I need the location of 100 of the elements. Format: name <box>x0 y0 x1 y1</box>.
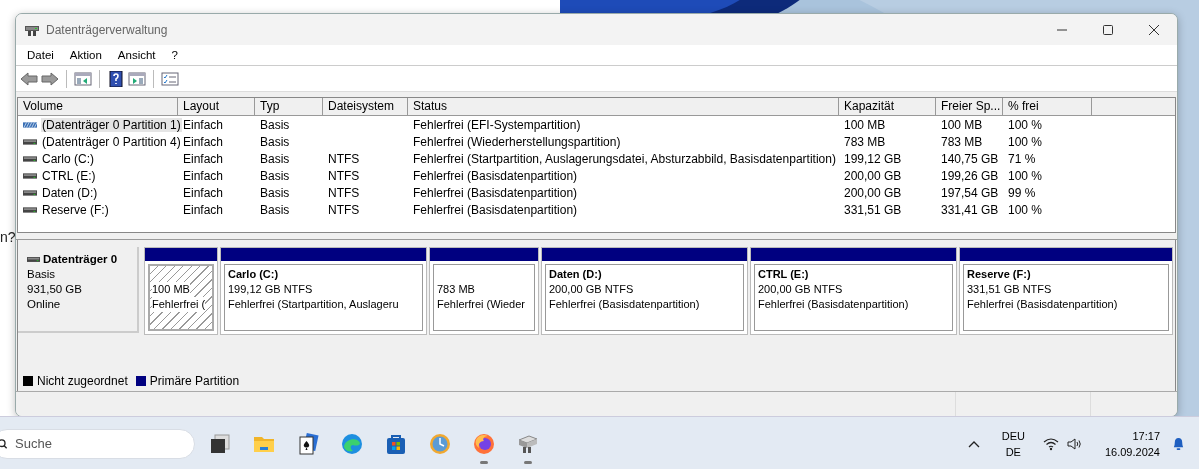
menu-item[interactable]: ? <box>163 49 186 61</box>
playing-cards-icon[interactable] <box>296 431 320 456</box>
chevron-up-icon[interactable] <box>967 439 980 448</box>
partition-box[interactable]: Daten (D:) 200,00 GB NTFS Fehlerfrei (Basisdatenpartition) <box>545 264 744 331</box>
table-cell: Basis <box>260 202 290 217</box>
partition-status: Fehlerfrei (Startpartition, Auslageru <box>228 297 400 312</box>
table-cell: Basis <box>260 117 290 132</box>
notification-bell-icon[interactable] <box>1172 436 1185 451</box>
checklist-icon[interactable] <box>161 70 179 87</box>
column-header[interactable]: Freier Sp... <box>936 98 1003 115</box>
partition-box[interactable]: 783 MB Fehlerfrei (Wieder <box>433 264 535 331</box>
drive-icon <box>23 205 37 214</box>
table-cell: Einfach <box>183 134 224 149</box>
wave-circle-icon[interactable] <box>340 431 364 456</box>
table-cell: 100 MB <box>941 117 983 132</box>
table-cell: 199,26 GB <box>941 168 999 183</box>
table-cell: Fehlerfrei (Basisdatenpartition) <box>413 202 578 217</box>
menu-item[interactable]: Datei <box>19 49 62 61</box>
drive-icon <box>23 188 37 197</box>
table-cell: Basis <box>260 185 290 200</box>
volume-name[interactable]: (Datenträger 0 Partition 4) <box>41 134 182 149</box>
volume-name[interactable]: CTRL (E:) <box>41 168 97 183</box>
volume-name[interactable]: (Datenträger 0 Partition 1) <box>41 117 182 132</box>
wifi-icon[interactable] <box>1042 436 1059 451</box>
column-header[interactable]: Status <box>408 98 839 115</box>
fox-globe-icon[interactable] <box>472 431 496 456</box>
volume-name[interactable]: Daten (D:) <box>41 185 99 200</box>
disk-type: Basis <box>27 267 57 282</box>
partition-status: Fehlerfrei (Basisdatenpartition) <box>967 297 1119 312</box>
table-cell: Fehlerfrei (EFI-Systempartition) <box>413 117 581 132</box>
background-text: n? <box>0 229 16 245</box>
table-cell: 71 % <box>1008 151 1036 166</box>
drive-icon <box>23 154 37 163</box>
partition-box[interactable]: 100 MB Fehlerfrei ( <box>148 264 214 331</box>
table-cell: 199,12 GB <box>844 151 902 166</box>
column-header[interactable]: Kapazität <box>839 98 936 115</box>
volume-name[interactable]: Carlo (C:) <box>41 151 95 166</box>
table-cell: 100 % <box>1008 168 1043 183</box>
partition-status: Fehlerfrei (Basisdatenpartition) <box>758 297 910 312</box>
menu-item[interactable]: Ansicht <box>109 49 164 61</box>
drive-icon <box>27 256 40 263</box>
partition-size: 200,00 GB NTFS <box>758 282 844 297</box>
task-view-icon[interactable] <box>208 431 232 456</box>
table-cell: Fehlerfrei (Basisdatenpartition) <box>413 168 578 183</box>
partition-size: 331,51 GB NTFS <box>967 282 1053 297</box>
table-cell: Einfach <box>183 117 224 132</box>
table-cell: NTFS <box>328 168 360 183</box>
drive-icon <box>23 171 37 180</box>
table-cell: 783 MB <box>844 134 886 149</box>
partition-size: 199,12 GB NTFS <box>228 282 314 297</box>
help-icon[interactable] <box>107 70 125 87</box>
column-header[interactable]: % frei <box>1003 98 1092 115</box>
partition-status: Fehlerfrei ( <box>152 297 206 312</box>
table-cell: 331,41 GB <box>941 202 999 217</box>
column-header[interactable]: Typ <box>255 98 323 115</box>
speaker-icon[interactable] <box>1066 436 1083 451</box>
table-cell: Basis <box>260 151 290 166</box>
volume-name[interactable]: Reserve (F:) <box>41 202 110 217</box>
table-cell: 200,00 GB <box>844 168 902 183</box>
disk-info-panel[interactable]: Datenträger 0 Basis 931,50 GB Online <box>18 247 139 333</box>
table-cell: 99 % <box>1008 185 1036 200</box>
table-cell: 100 % <box>1008 117 1043 132</box>
table-cell: Basis <box>260 168 290 183</box>
keyboard-layout[interactable]: DE <box>1005 443 1021 460</box>
console-tree-icon[interactable] <box>74 70 92 87</box>
column-header[interactable]: Layout <box>178 98 255 115</box>
search-icon <box>0 436 10 451</box>
maximize-icon[interactable] <box>1102 23 1114 36</box>
drive-icon <box>23 137 37 146</box>
table-cell: Fehlerfrei (Startpartition, Auslagerungsdatei, Absturzabbild, Basisdatenpartition) <box>413 151 836 166</box>
partition-size: 200,00 GB NTFS <box>549 282 635 297</box>
column-header[interactable]: Volume <box>18 98 178 115</box>
table-cell: Fehlerfrei (Wiederherstellungspartition) <box>413 134 621 149</box>
search-field[interactable]: Suche <box>0 428 195 459</box>
table-cell: 100 % <box>1008 202 1043 217</box>
partition-name: Reserve (F:) <box>967 267 1032 282</box>
input-language[interactable]: DEU <box>1001 427 1025 444</box>
partition-box[interactable]: Carlo (C:) 199,12 GB NTFS Fehlerfrei (Startpartition, Auslageru <box>224 264 423 331</box>
close-icon[interactable] <box>1148 23 1160 36</box>
forward-arrow-icon[interactable] <box>41 70 59 87</box>
table-cell: Einfach <box>183 168 224 183</box>
menu-item[interactable]: Aktion <box>61 49 110 61</box>
partition-name: Carlo (C:) <box>228 267 280 282</box>
partition-status: Fehlerfrei (Wieder <box>437 297 527 312</box>
legend-label: Nicht zugeordnet <box>37 373 128 388</box>
partition-name: Daten (D:) <box>549 267 603 282</box>
table-cell: Fehlerfrei (Basisdatenpartition) <box>413 185 578 200</box>
column-header[interactable]: Dateisystem <box>323 98 408 115</box>
table-cell: 200,00 GB <box>844 185 902 200</box>
clock-time[interactable]: 17:17 <box>1132 427 1160 444</box>
back-arrow-icon[interactable] <box>20 70 38 87</box>
table-cell: Einfach <box>183 185 224 200</box>
disk-state: Online <box>27 297 62 312</box>
disk-name: Datenträger 0 <box>43 252 118 267</box>
striped-drive-icon <box>23 120 37 129</box>
clock-date[interactable]: 16.09.2024 <box>1104 443 1160 460</box>
partition-header-bar <box>145 248 217 261</box>
partition-box[interactable]: CTRL (E:) 200,00 GB NTFS Fehlerfrei (Basisdatenpartition) <box>754 264 953 331</box>
table-cell: Einfach <box>183 202 224 217</box>
partition-box[interactable]: Reserve (F:) 331,51 GB NTFS Fehlerfrei (Basisdatenpartition) <box>963 264 1169 331</box>
